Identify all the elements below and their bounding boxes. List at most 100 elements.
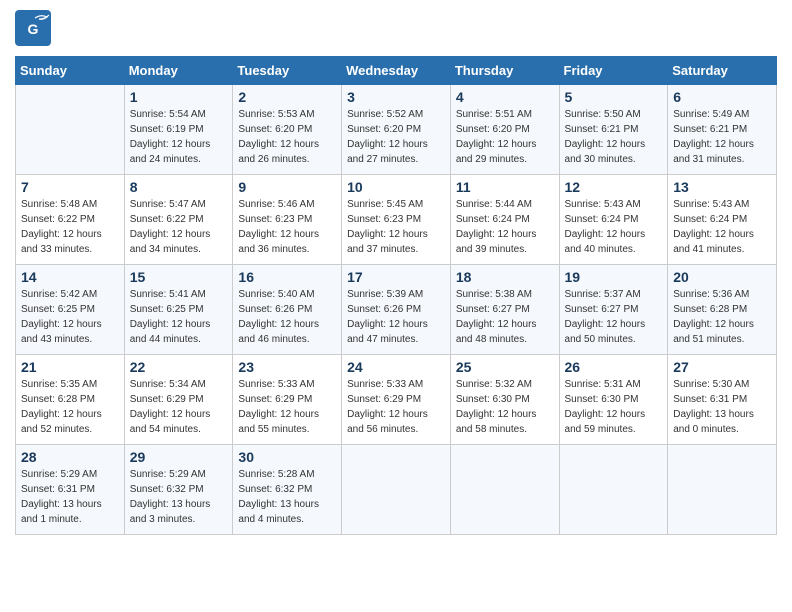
day-info: Sunrise: 5:36 AM Sunset: 6:28 PM Dayligh… (673, 287, 771, 347)
calendar-cell: 9 Sunrise: 5:46 AM Sunset: 6:23 PM Daylig… (233, 175, 342, 265)
day-number: 16 (238, 269, 336, 285)
logo: G (15, 10, 55, 46)
week-row-3: 14 Sunrise: 5:42 AM Sunset: 6:25 PM Dayli… (16, 265, 777, 355)
calendar-cell (559, 445, 668, 535)
day-info: Sunrise: 5:34 AM Sunset: 6:29 PM Dayligh… (130, 377, 228, 437)
day-info: Sunrise: 5:46 AM Sunset: 6:23 PM Dayligh… (238, 197, 336, 257)
day-number: 25 (456, 359, 554, 375)
calendar-cell (16, 85, 125, 175)
day-number: 24 (347, 359, 445, 375)
day-number: 2 (238, 89, 336, 105)
calendar-cell: 11 Sunrise: 5:44 AM Sunset: 6:24 PM Dayli… (450, 175, 559, 265)
calendar-cell: 3 Sunrise: 5:52 AM Sunset: 6:20 PM Daylig… (342, 85, 451, 175)
header-saturday: Saturday (668, 57, 777, 85)
day-number: 22 (130, 359, 228, 375)
calendar-cell: 19Sunrise: 5:37 AM Sunset: 6:27 PM Dayli… (559, 265, 668, 355)
day-info: Sunrise: 5:28 AM Sunset: 6:32 PM Dayligh… (238, 467, 336, 527)
calendar-cell: 5Sunrise: 5:50 AM Sunset: 6:21 PM Daylig… (559, 85, 668, 175)
day-info: Sunrise: 5:43 AM Sunset: 6:24 PM Dayligh… (673, 197, 771, 257)
calendar-cell: 7 Sunrise: 5:48 AM Sunset: 6:22 PM Daylig… (16, 175, 125, 265)
day-info: Sunrise: 5:32 AM Sunset: 6:30 PM Dayligh… (456, 377, 554, 437)
day-number: 19 (565, 269, 663, 285)
day-number: 20 (673, 269, 771, 285)
day-number: 8 (130, 179, 228, 195)
day-info: Sunrise: 5:51 AM Sunset: 6:20 PM Dayligh… (456, 107, 554, 167)
day-info: Sunrise: 5:41 AM Sunset: 6:25 PM Dayligh… (130, 287, 228, 347)
calendar-cell: 16 Sunrise: 5:40 AM Sunset: 6:26 PM Dayli… (233, 265, 342, 355)
day-info: Sunrise: 5:43 AM Sunset: 6:24 PM Dayligh… (565, 197, 663, 257)
day-number: 17 (347, 269, 445, 285)
week-row-1: 1 Sunrise: 5:54 AM Sunset: 6:19 PM Daylig… (16, 85, 777, 175)
day-number: 7 (21, 179, 119, 195)
calendar-cell: 4 Sunrise: 5:51 AM Sunset: 6:20 PM Daylig… (450, 85, 559, 175)
calendar-cell: 18 Sunrise: 5:38 AM Sunset: 6:27 PM Dayli… (450, 265, 559, 355)
day-info: Sunrise: 5:54 AM Sunset: 6:19 PM Dayligh… (130, 107, 228, 167)
calendar-cell (450, 445, 559, 535)
calendar-cell: 25 Sunrise: 5:32 AM Sunset: 6:30 PM Dayli… (450, 355, 559, 445)
header-tuesday: Tuesday (233, 57, 342, 85)
day-number: 5 (565, 89, 663, 105)
calendar-header-row: SundayMondayTuesdayWednesdayThursdayFrid… (16, 57, 777, 85)
day-info: Sunrise: 5:53 AM Sunset: 6:20 PM Dayligh… (238, 107, 336, 167)
day-info: Sunrise: 5:47 AM Sunset: 6:22 PM Dayligh… (130, 197, 228, 257)
day-number: 9 (238, 179, 336, 195)
day-info: Sunrise: 5:29 AM Sunset: 6:32 PM Dayligh… (130, 467, 228, 527)
day-number: 10 (347, 179, 445, 195)
day-info: Sunrise: 5:35 AM Sunset: 6:28 PM Dayligh… (21, 377, 119, 437)
calendar-cell (668, 445, 777, 535)
week-row-5: 28 Sunrise: 5:29 AM Sunset: 6:31 PM Dayli… (16, 445, 777, 535)
calendar-cell: 28 Sunrise: 5:29 AM Sunset: 6:31 PM Dayli… (16, 445, 125, 535)
day-number: 3 (347, 89, 445, 105)
calendar-cell: 1 Sunrise: 5:54 AM Sunset: 6:19 PM Daylig… (124, 85, 233, 175)
day-number: 15 (130, 269, 228, 285)
header-sunday: Sunday (16, 57, 125, 85)
calendar-cell: 15 Sunrise: 5:41 AM Sunset: 6:25 PM Dayli… (124, 265, 233, 355)
calendar-cell: 2 Sunrise: 5:53 AM Sunset: 6:20 PM Daylig… (233, 85, 342, 175)
header-wednesday: Wednesday (342, 57, 451, 85)
day-info: Sunrise: 5:49 AM Sunset: 6:21 PM Dayligh… (673, 107, 771, 167)
day-number: 14 (21, 269, 119, 285)
header-friday: Friday (559, 57, 668, 85)
day-info: Sunrise: 5:40 AM Sunset: 6:26 PM Dayligh… (238, 287, 336, 347)
day-info: Sunrise: 5:33 AM Sunset: 6:29 PM Dayligh… (347, 377, 445, 437)
day-info: Sunrise: 5:30 AM Sunset: 6:31 PM Dayligh… (673, 377, 771, 437)
calendar-cell (342, 445, 451, 535)
day-info: Sunrise: 5:48 AM Sunset: 6:22 PM Dayligh… (21, 197, 119, 257)
day-info: Sunrise: 5:38 AM Sunset: 6:27 PM Dayligh… (456, 287, 554, 347)
day-info: Sunrise: 5:52 AM Sunset: 6:20 PM Dayligh… (347, 107, 445, 167)
calendar-cell: 23 Sunrise: 5:33 AM Sunset: 6:29 PM Dayli… (233, 355, 342, 445)
calendar-cell: 21 Sunrise: 5:35 AM Sunset: 6:28 PM Dayli… (16, 355, 125, 445)
calendar-cell: 6 Sunrise: 5:49 AM Sunset: 6:21 PM Daylig… (668, 85, 777, 175)
calendar-cell: 29Sunrise: 5:29 AM Sunset: 6:32 PM Dayli… (124, 445, 233, 535)
calendar-cell: 24 Sunrise: 5:33 AM Sunset: 6:29 PM Dayli… (342, 355, 451, 445)
day-info: Sunrise: 5:42 AM Sunset: 6:25 PM Dayligh… (21, 287, 119, 347)
calendar-cell: 30 Sunrise: 5:28 AM Sunset: 6:32 PM Dayli… (233, 445, 342, 535)
day-info: Sunrise: 5:31 AM Sunset: 6:30 PM Dayligh… (565, 377, 663, 437)
day-number: 6 (673, 89, 771, 105)
calendar-cell: 13Sunrise: 5:43 AM Sunset: 6:24 PM Dayli… (668, 175, 777, 265)
day-number: 4 (456, 89, 554, 105)
day-info: Sunrise: 5:44 AM Sunset: 6:24 PM Dayligh… (456, 197, 554, 257)
calendar-cell: 22 Sunrise: 5:34 AM Sunset: 6:29 PM Dayli… (124, 355, 233, 445)
day-number: 30 (238, 449, 336, 465)
calendar-cell: 27 Sunrise: 5:30 AM Sunset: 6:31 PM Dayli… (668, 355, 777, 445)
day-number: 18 (456, 269, 554, 285)
day-number: 26 (565, 359, 663, 375)
day-info: Sunrise: 5:33 AM Sunset: 6:29 PM Dayligh… (238, 377, 336, 437)
day-number: 12 (565, 179, 663, 195)
svg-text:G: G (28, 21, 39, 37)
calendar-cell: 8 Sunrise: 5:47 AM Sunset: 6:22 PM Daylig… (124, 175, 233, 265)
day-number: 28 (21, 449, 119, 465)
day-number: 11 (456, 179, 554, 195)
day-number: 27 (673, 359, 771, 375)
page-header: G (15, 10, 777, 46)
header-thursday: Thursday (450, 57, 559, 85)
calendar-table: SundayMondayTuesdayWednesdayThursdayFrid… (15, 56, 777, 535)
day-number: 23 (238, 359, 336, 375)
calendar-cell: 14 Sunrise: 5:42 AM Sunset: 6:25 PM Dayli… (16, 265, 125, 355)
day-number: 21 (21, 359, 119, 375)
calendar-cell: 12 Sunrise: 5:43 AM Sunset: 6:24 PM Dayli… (559, 175, 668, 265)
day-info: Sunrise: 5:39 AM Sunset: 6:26 PM Dayligh… (347, 287, 445, 347)
day-number: 1 (130, 89, 228, 105)
day-info: Sunrise: 5:29 AM Sunset: 6:31 PM Dayligh… (21, 467, 119, 527)
